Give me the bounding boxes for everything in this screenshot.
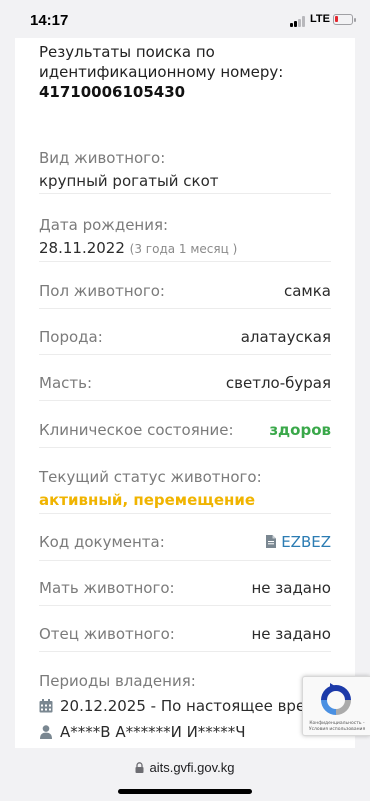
field-value: здоров <box>269 421 331 439</box>
field-label: Код документа: <box>39 533 165 551</box>
field-breed: Порода: алатауская <box>39 327 331 349</box>
period-value: 20.12.2025 - По настоящее время <box>60 697 326 715</box>
divider <box>39 560 331 561</box>
divider <box>39 651 331 652</box>
battery-icon <box>333 14 356 25</box>
signal-icon <box>290 16 306 27</box>
document-icon <box>266 535 277 548</box>
divider <box>39 261 331 262</box>
status-time: 14:17 <box>30 12 69 29</box>
browser-url-bar[interactable]: aits.gvfi.gov.kg <box>0 748 370 801</box>
field-value: самка <box>283 282 331 300</box>
field-clinical-state: Клиническое состояние: здоров <box>39 420 331 442</box>
person-icon <box>40 725 52 739</box>
id-number: 41710006105430 <box>39 83 186 101</box>
recaptcha-text: Конфиденциальность - Условия использован… <box>308 721 366 732</box>
field-mother: Мать животного: не задано <box>39 578 331 600</box>
field-label: Масть: <box>39 374 93 392</box>
field-label: Пол животного: <box>39 282 165 300</box>
field-document-code: Код документа: EZBEZ <box>39 532 331 554</box>
field-label: Клиническое состояние: <box>39 421 234 439</box>
field-label: Порода: <box>39 328 103 346</box>
field-value: не задано <box>251 579 331 597</box>
divider <box>39 605 331 606</box>
field-animal-type: Вид животного: крупный рогатый скот <box>39 148 331 191</box>
field-value: 28.11.2022 (3 года 1 месяц ) <box>39 238 331 259</box>
divider <box>39 447 331 448</box>
recaptcha-badge[interactable]: Конфиденциальность - Условия использован… <box>302 676 370 736</box>
age-value: (3 года 1 месяц ) <box>129 242 238 256</box>
owner-value: А****В А******И И*****Ч <box>60 723 246 741</box>
field-label: Текущий статус животного: <box>39 468 262 486</box>
calendar-icon <box>39 699 53 713</box>
document-link[interactable]: EZBEZ <box>266 532 331 552</box>
search-result-header: Результаты поиска по идентификационному … <box>39 42 339 102</box>
field-sex: Пол животного: самка <box>39 281 331 303</box>
field-value: алатауская <box>240 328 331 346</box>
field-label: Отец животного: <box>39 625 175 643</box>
field-value: светло-бурая <box>225 374 331 392</box>
ownership-section-label: Периоды владения: <box>39 672 196 690</box>
url-display[interactable]: aits.gvfi.gov.kg <box>0 760 370 775</box>
animal-info-card: Результаты поиска по идентификационному … <box>15 38 355 748</box>
field-current-status: Текущий статус животного: активный, пере… <box>39 467 331 510</box>
field-color: Масть: светло-бурая <box>39 373 331 395</box>
divider <box>39 513 331 514</box>
home-indicator[interactable] <box>118 789 252 794</box>
field-father: Отец животного: не задано <box>39 624 331 646</box>
field-label: Дата рождения: <box>39 216 169 234</box>
field-birth-date: Дата рождения: 28.11.2022 (3 года 1 меся… <box>39 215 331 259</box>
status-bar: 14:17 LTE <box>0 0 370 42</box>
field-value: крупный рогатый скот <box>39 172 219 190</box>
divider <box>39 400 331 401</box>
recaptcha-icon <box>321 683 351 715</box>
lock-icon <box>135 762 144 773</box>
field-label: Вид животного: <box>39 149 166 167</box>
network-label: LTE <box>310 13 330 25</box>
url-text: aits.gvfi.gov.kg <box>149 760 235 775</box>
status-value: активный, перемещение <box>39 491 256 509</box>
field-label: Мать животного: <box>39 579 175 597</box>
divider <box>39 308 331 309</box>
birth-date-value: 28.11.2022 <box>39 239 125 257</box>
document-code: EZBEZ <box>281 533 331 551</box>
divider <box>39 354 331 355</box>
search-result-heading: Результаты поиска по идентификационному … <box>39 43 284 81</box>
divider <box>39 193 331 194</box>
field-value: не задано <box>251 625 331 643</box>
